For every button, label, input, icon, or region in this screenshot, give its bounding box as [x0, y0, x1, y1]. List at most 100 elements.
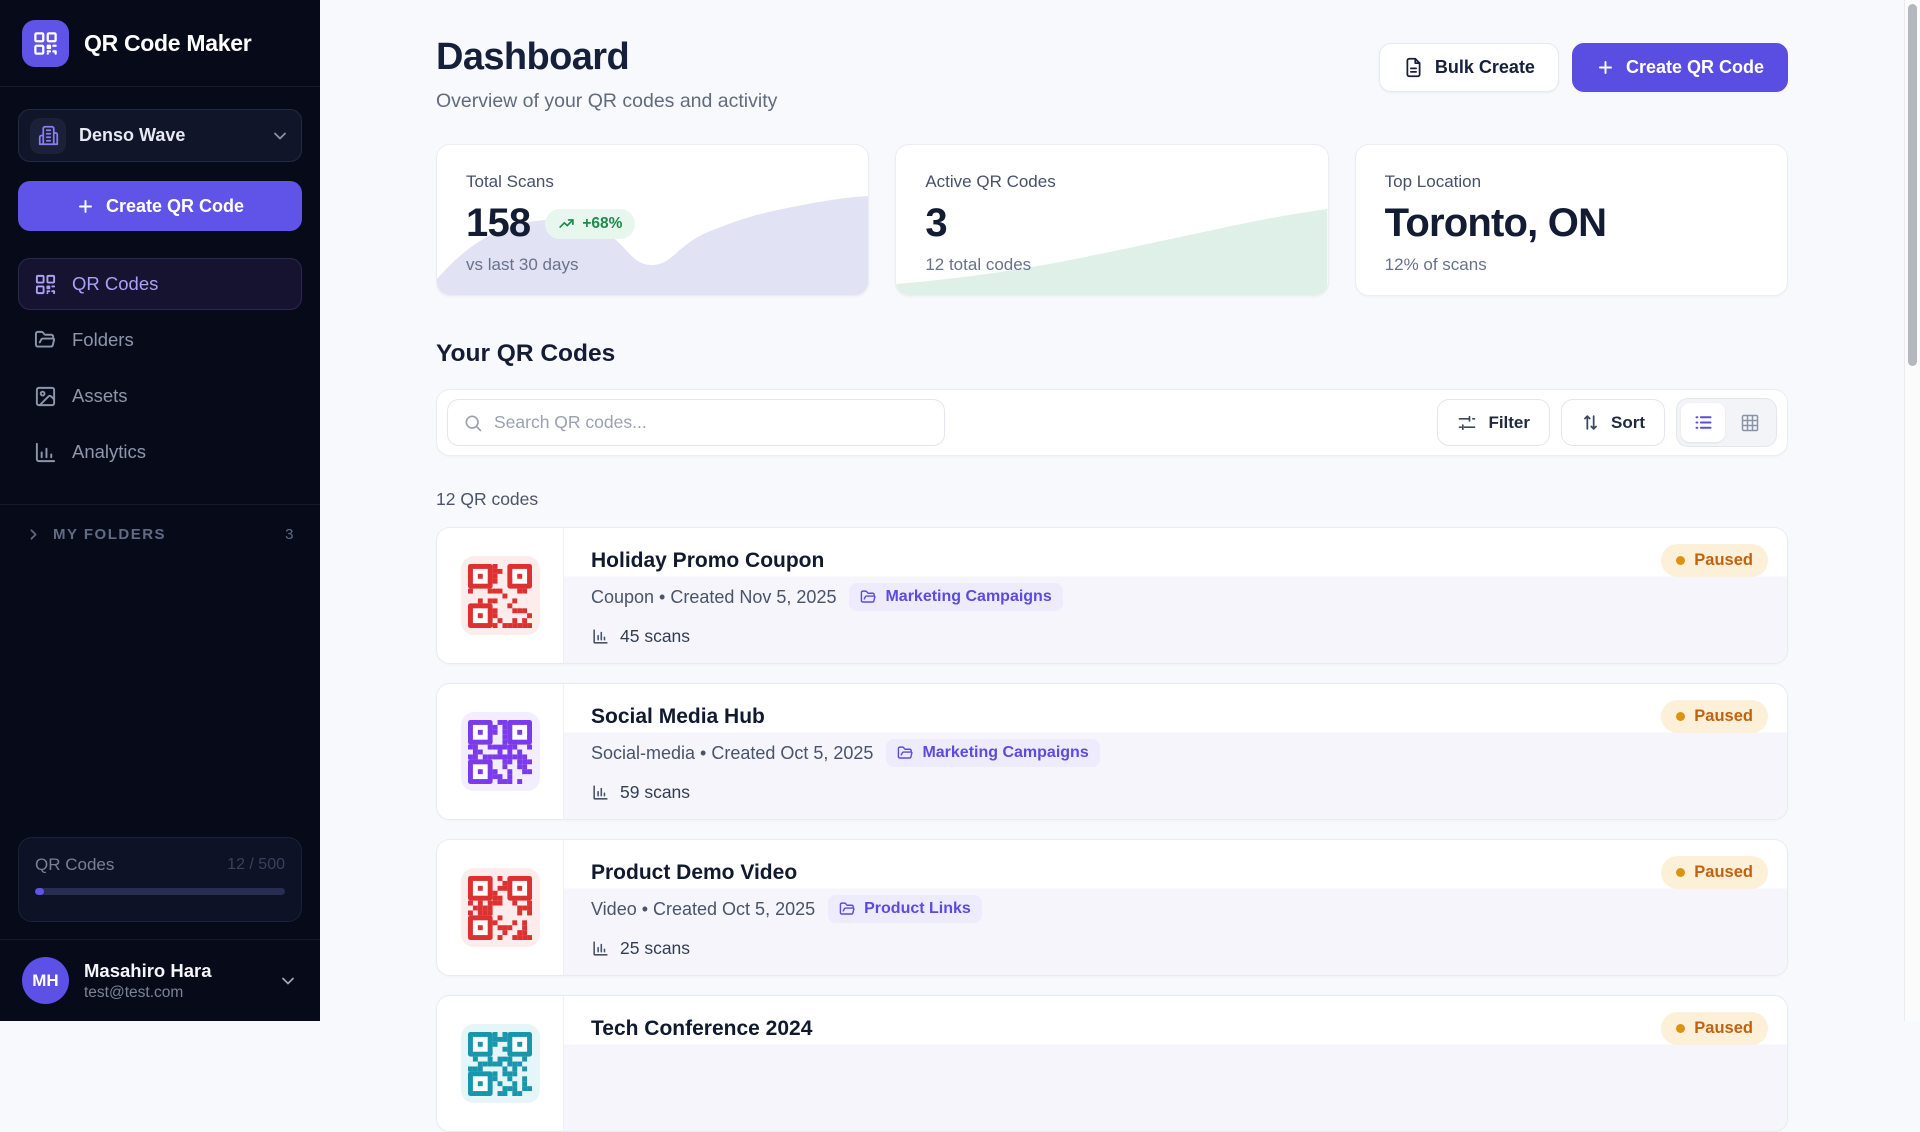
bulk-create-button[interactable]: Bulk Create	[1379, 43, 1559, 92]
sort-icon	[1581, 413, 1600, 432]
status-badge: Paused	[1661, 1012, 1768, 1045]
status-label: Paused	[1694, 707, 1753, 726]
qr-thumbnail	[461, 868, 540, 947]
qr-title: Holiday Promo Coupon	[591, 549, 1760, 573]
bulk-create-label: Bulk Create	[1435, 57, 1535, 78]
folder-chip[interactable]: Marketing Campaigns	[849, 583, 1062, 611]
status-dot	[1676, 556, 1685, 565]
usage-card: QR Codes 12 / 500	[18, 837, 302, 922]
stat-label: Total Scans	[466, 172, 839, 192]
folder-chip[interactable]: Product Links	[828, 895, 982, 923]
stat-value: Toronto, ON	[1385, 201, 1607, 246]
workspace-name: Denso Wave	[79, 125, 257, 146]
status-dot	[1676, 868, 1685, 877]
status-dot	[1676, 1024, 1685, 1033]
page-subtitle: Overview of your QR codes and activity	[436, 90, 777, 113]
sidebar-nav: QR Codes Folders Assets Analytics	[0, 258, 320, 478]
nav-item-label: QR Codes	[72, 273, 158, 295]
status-badge: Paused	[1661, 544, 1768, 577]
my-folders-label: MY FOLDERS	[53, 526, 166, 543]
workspace-selector[interactable]: Denso Wave	[18, 109, 302, 162]
status-label: Paused	[1694, 551, 1753, 570]
qr-scans-label: 25 scans	[620, 938, 690, 959]
stat-subtext: 12 total codes	[925, 255, 1298, 275]
stat-label: Active QR Codes	[925, 172, 1298, 192]
filter-label: Filter	[1488, 413, 1530, 433]
my-folders-count: 3	[285, 526, 295, 543]
qr-thumbnail	[461, 1024, 540, 1103]
app-logo-icon	[22, 20, 69, 67]
plus-icon	[1596, 58, 1615, 77]
list-view-button[interactable]	[1681, 403, 1725, 442]
status-label: Paused	[1694, 863, 1753, 882]
status-label: Paused	[1694, 1019, 1753, 1038]
main-content: Dashboard Overview of your QR codes and …	[320, 0, 1904, 1021]
qr-row[interactable]: Tech Conference 2024 Paused	[436, 995, 1788, 1132]
search-icon	[463, 413, 483, 433]
app-logo-header: QR Code Maker	[0, 0, 320, 87]
nav-item-label: Assets	[72, 385, 128, 407]
filter-button[interactable]: Filter	[1437, 399, 1550, 446]
usage-progress-fill	[35, 888, 44, 895]
qr-thumbnail-column	[437, 684, 564, 819]
bar-chart-icon	[591, 783, 610, 802]
sidebar-divider	[0, 504, 320, 505]
view-toggle	[1676, 398, 1777, 447]
qr-toolbar: Filter Sort	[436, 389, 1788, 456]
qr-row[interactable]: Social Media Hub Social-media • Created …	[436, 683, 1788, 820]
stat-card: Top Location Toronto, ON 12% of scans	[1355, 144, 1788, 296]
folder-chip-label: Marketing Campaigns	[885, 588, 1051, 606]
bar-chart-icon	[591, 939, 610, 958]
qr-scans: 59 scans	[591, 782, 1760, 803]
qr-list: Holiday Promo Coupon Coupon • Created No…	[436, 527, 1788, 1132]
chevron-down-icon	[278, 971, 298, 991]
stat-card: Active QR Codes 3 12 total codes	[895, 144, 1328, 296]
filter-icon	[1457, 413, 1477, 433]
folder-chip-label: Product Links	[864, 900, 971, 918]
usage-label: QR Codes	[35, 855, 114, 875]
sidebar-nav-item[interactable]: QR Codes	[18, 258, 302, 310]
sidebar-nav-item[interactable]: Assets	[18, 370, 302, 422]
qr-meta: Social-media • Created Oct 5, 2025	[591, 743, 873, 764]
sidebar-create-qr-button[interactable]: Create QR Code	[18, 181, 302, 231]
folder-icon	[839, 901, 856, 918]
sidebar-nav-item[interactable]: Analytics	[18, 426, 302, 478]
folder-chip-label: Marketing Campaigns	[922, 744, 1088, 762]
scrollbar-track[interactable]	[1904, 0, 1920, 1021]
search-box	[447, 399, 945, 446]
folder-chip[interactable]: Marketing Campaigns	[886, 739, 1099, 767]
qr-scans: 45 scans	[591, 626, 1760, 647]
qr-meta: Coupon • Created Nov 5, 2025	[591, 587, 836, 608]
qr-count-text: 12 QR codes	[436, 489, 1788, 510]
sort-button[interactable]: Sort	[1561, 399, 1665, 446]
search-input[interactable]	[494, 412, 929, 433]
building-icon	[30, 118, 66, 154]
create-qr-button[interactable]: Create QR Code	[1572, 43, 1788, 92]
status-badge: Paused	[1661, 700, 1768, 733]
qr-row[interactable]: Product Demo Video Video • Created Oct 5…	[436, 839, 1788, 976]
user-menu[interactable]: MH Masahiro Hara test@test.com	[0, 939, 320, 1021]
status-badge: Paused	[1661, 856, 1768, 889]
qr-scans-label: 59 scans	[620, 782, 690, 803]
user-name: Masahiro Hara	[84, 960, 212, 982]
qr-thumbnail	[461, 556, 540, 635]
sidebar-create-qr-label: Create QR Code	[106, 196, 244, 217]
qr-row[interactable]: Holiday Promo Coupon Coupon • Created No…	[436, 527, 1788, 664]
nav-item-icon	[34, 441, 57, 464]
scrollbar-thumb[interactable]	[1908, 4, 1917, 366]
qr-meta: Video • Created Oct 5, 2025	[591, 899, 815, 920]
status-dot	[1676, 712, 1685, 721]
nav-item-icon	[34, 385, 57, 408]
qr-thumbnail	[461, 712, 540, 791]
stats-row: Total Scans 158 +68% vs last 30 days Act…	[436, 144, 1788, 296]
grid-view-button[interactable]	[1728, 403, 1772, 442]
stat-value: 3	[925, 201, 946, 246]
stat-subtext: 12% of scans	[1385, 255, 1758, 275]
my-folders-toggle[interactable]: MY FOLDERS 3	[0, 526, 320, 543]
stat-trend-badge: +68%	[545, 209, 635, 239]
qr-title: Product Demo Video	[591, 861, 1760, 885]
plus-icon	[76, 197, 95, 216]
sort-label: Sort	[1611, 413, 1645, 433]
nav-item-label: Analytics	[72, 441, 146, 463]
sidebar-nav-item[interactable]: Folders	[18, 314, 302, 366]
